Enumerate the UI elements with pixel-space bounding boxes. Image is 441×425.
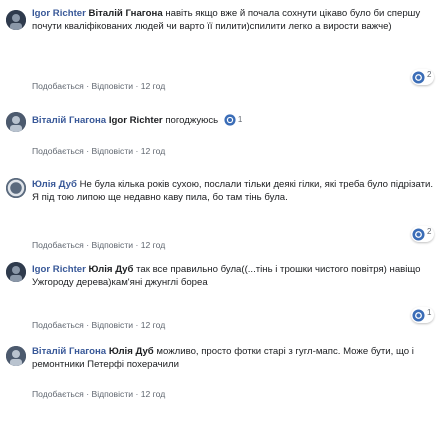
avatar[interactable] <box>6 10 26 30</box>
avatar[interactable] <box>6 346 26 366</box>
comment-text: Віталій Гнагона Юлія Дуб можливо, просто… <box>32 346 434 371</box>
reaction-count: 1 <box>427 308 432 317</box>
like-reaction-icon <box>412 308 425 322</box>
comment-author[interactable]: Igor Richter <box>32 8 86 19</box>
reply-button[interactable]: Відповісти <box>91 389 133 399</box>
like-reaction-icon <box>412 70 425 84</box>
comment-timestamp[interactable]: 12 год <box>141 81 166 91</box>
comment-author[interactable]: Igor Richter <box>32 264 86 275</box>
comment-author[interactable]: Віталій Гнагона <box>32 115 106 126</box>
comment-actions: Подобається · Відповісти · 12 год <box>32 320 166 330</box>
comment-timestamp[interactable]: 12 год <box>141 240 166 250</box>
like-reaction-icon <box>412 227 425 241</box>
mention-link[interactable]: Юлія Дуб <box>89 264 134 275</box>
reaction-summary[interactable]: 1 <box>411 307 435 323</box>
comment-text: Юлія Дуб Не була кілька років сухою, пос… <box>32 179 434 204</box>
comment-timestamp[interactable]: 12 год <box>141 389 166 399</box>
mention-link[interactable]: Igor Richter <box>109 115 163 126</box>
comment-actions: Подобається · Відповісти · 12 год <box>32 240 166 250</box>
comment-actions: Подобається · Відповісти · 12 год <box>32 81 166 91</box>
comment-timestamp[interactable]: 12 год <box>141 146 166 156</box>
comment-text: Igor Richter Юлія Дуб так все правильно … <box>32 264 434 289</box>
reply-button[interactable]: Відповісти <box>91 240 133 250</box>
like-button[interactable]: Подобається <box>32 240 84 250</box>
comment-message: погоджуюсь <box>162 114 219 126</box>
comment-actions: Подобається · Відповісти · 12 год <box>32 146 166 156</box>
reply-button[interactable]: Відповісти <box>91 81 133 91</box>
reaction-summary[interactable]: 2 <box>411 69 435 85</box>
avatar[interactable] <box>6 178 26 198</box>
reply-button[interactable]: Відповісти <box>91 146 133 156</box>
reaction-count: 2 <box>427 227 432 236</box>
reaction-count: 2 <box>427 70 432 79</box>
avatar[interactable] <box>6 112 26 132</box>
comment-text: Igor Richter Віталій Гнагона навіть якщо… <box>32 8 434 33</box>
avatar[interactable] <box>6 262 26 282</box>
like-button[interactable]: Подобається <box>32 320 84 330</box>
reaction-summary[interactable]: 2 <box>411 226 435 242</box>
comment-author[interactable]: Юлія Дуб <box>32 179 77 190</box>
comment-author[interactable]: Віталій Гнагона <box>32 346 106 357</box>
reaction-summary[interactable]: 1 <box>224 114 242 127</box>
like-button[interactable]: Подобається <box>32 146 84 156</box>
reply-button[interactable]: Відповісти <box>91 320 133 330</box>
comment-actions: Подобається · Відповісти · 12 год <box>32 389 166 399</box>
comment-timestamp[interactable]: 12 год <box>141 320 166 330</box>
like-button[interactable]: Подобається <box>32 81 84 91</box>
like-button[interactable]: Подобається <box>32 389 84 399</box>
comment-text: Віталій Гнагона Igor Richter погоджуюсь … <box>32 114 434 127</box>
mention-link[interactable]: Юлія Дуб <box>109 346 154 357</box>
comment-message: Не була кілька років сухою, послали тіль… <box>32 179 434 203</box>
reaction-count: 1 <box>237 115 243 124</box>
like-reaction-icon <box>224 114 236 126</box>
mention-link[interactable]: Віталій Гнагона <box>89 8 163 19</box>
